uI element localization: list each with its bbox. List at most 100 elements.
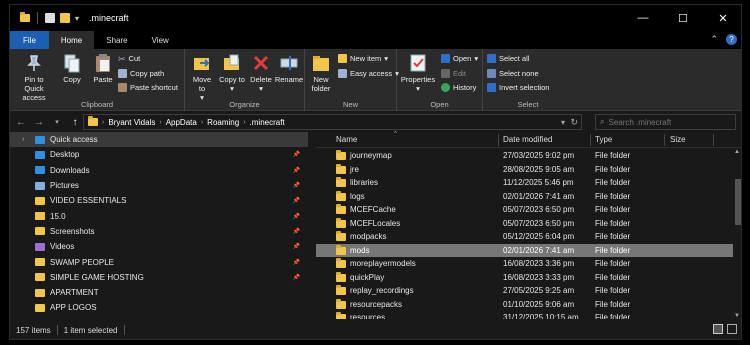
paste-button[interactable]: Paste bbox=[90, 53, 116, 84]
properties-button[interactable]: Properties ▾ bbox=[400, 53, 436, 93]
table-row[interactable]: mods 02/01/2026 7:41 am File folder bbox=[316, 243, 741, 257]
pin-icon: 📌 bbox=[292, 259, 300, 266]
breadcrumb-user[interactable]: Bryant Vidals bbox=[108, 118, 155, 127]
breadcrumb-minecraft[interactable]: .minecraft bbox=[250, 118, 285, 127]
move-to-button[interactable]: Move to ▾ bbox=[189, 53, 215, 102]
nav-item[interactable]: Screenshots 📌 bbox=[10, 224, 308, 239]
download-icon bbox=[35, 166, 45, 175]
nav-item-label: SIMPLE GAME HOSTING bbox=[50, 272, 144, 282]
search-box[interactable]: ⌕ bbox=[595, 114, 736, 130]
desktop-icon bbox=[35, 150, 45, 159]
large-icons-view-icon[interactable] bbox=[727, 324, 737, 334]
invert-selection-button[interactable]: Invert selection bbox=[487, 83, 549, 92]
table-row[interactable]: replay_recordings 27/05/2025 9:25 am File … bbox=[316, 284, 741, 298]
nav-scrollbar[interactable] bbox=[308, 132, 316, 319]
nav-item[interactable]: SWAMP PEOPLE 📌 bbox=[10, 254, 308, 269]
file-name: jre bbox=[350, 164, 359, 174]
table-row[interactable]: jre 28/08/2025 9:05 am File folder bbox=[316, 163, 741, 177]
maximize-button[interactable]: ☐ bbox=[663, 5, 703, 31]
window-title: .minecraft bbox=[89, 13, 129, 23]
file-type: File folder bbox=[595, 151, 631, 160]
expand-chevron-icon[interactable]: › bbox=[22, 136, 24, 143]
column-name[interactable]: Name bbox=[336, 135, 357, 144]
close-button[interactable]: ✕ bbox=[703, 5, 741, 31]
select-none-button[interactable]: Select none bbox=[487, 69, 539, 78]
tab-share[interactable]: Share bbox=[94, 31, 139, 49]
select-none-icon bbox=[487, 69, 496, 78]
file-list-scrollbar[interactable]: ▲ ▼ bbox=[733, 149, 741, 319]
column-divider[interactable] bbox=[498, 134, 499, 146]
details-view-icon[interactable] bbox=[713, 324, 723, 334]
recent-locations-chevron-icon[interactable]: ▾ bbox=[50, 118, 64, 126]
collapse-ribbon-icon[interactable]: ⌃ bbox=[710, 34, 718, 45]
folder-icon bbox=[35, 288, 45, 297]
table-row[interactable]: quickPlay 16/08/2023 3:33 pm File folder bbox=[316, 271, 741, 285]
file-name: journeymap bbox=[350, 151, 392, 160]
column-divider[interactable] bbox=[590, 134, 591, 146]
table-row[interactable]: MCEFLocales 05/07/2023 6:50 pm File folder bbox=[316, 217, 741, 231]
new-item-button[interactable]: New item ▾ bbox=[338, 54, 388, 63]
paste-shortcut-button[interactable]: Paste shortcut bbox=[118, 83, 178, 92]
help-icon[interactable]: ? bbox=[726, 34, 737, 45]
copy-to-button[interactable]: Copy to ▾ bbox=[219, 53, 245, 93]
rename-button[interactable]: Rename bbox=[275, 53, 303, 84]
nav-item[interactable]: APP LOGOS bbox=[10, 300, 308, 315]
back-arrow-icon[interactable]: ← bbox=[14, 117, 28, 128]
folder-icon bbox=[336, 163, 346, 174]
column-divider[interactable] bbox=[664, 134, 665, 146]
nav-item[interactable]: SIMPLE GAME HOSTING 📌 bbox=[10, 270, 308, 285]
breadcrumb-appdata[interactable]: AppData bbox=[166, 118, 197, 127]
folder-icon bbox=[35, 258, 45, 267]
new-group-label: New bbox=[342, 100, 358, 109]
delete-button[interactable]: Delete ▾ bbox=[249, 53, 273, 93]
column-type[interactable]: Type bbox=[595, 135, 612, 144]
new-folder-icon[interactable] bbox=[60, 13, 70, 23]
tab-view[interactable]: View bbox=[140, 31, 181, 49]
table-row[interactable]: journeymap 27/03/2025 9:02 pm File folder bbox=[316, 149, 741, 163]
table-row[interactable]: resourcepacks 01/10/2025 9:06 am File fold… bbox=[316, 298, 741, 312]
copy-button[interactable]: Copy bbox=[60, 53, 84, 84]
history-button[interactable]: History bbox=[441, 83, 476, 92]
edit-button[interactable]: Edit bbox=[441, 69, 466, 78]
nav-item-label: APARTMENT bbox=[50, 288, 99, 298]
easy-access-button[interactable]: Easy access ▾ bbox=[338, 69, 399, 78]
select-all-button[interactable]: Select all bbox=[487, 54, 529, 63]
pin-to-quick-access-button[interactable]: Pin to Quick access bbox=[14, 53, 54, 102]
address-bar[interactable]: › Bryant Vidals › AppData › Roaming › .m… bbox=[83, 114, 582, 130]
address-dropdown-icon[interactable]: ▾ bbox=[561, 118, 565, 127]
cut-button[interactable]: ✂ Cut bbox=[118, 54, 140, 64]
nav-item[interactable]: VIDEO ESSENTIALS 📌 bbox=[10, 193, 308, 208]
file-date: 05/07/2023 6:50 pm bbox=[503, 205, 575, 214]
minimize-button[interactable]: — bbox=[623, 5, 663, 31]
search-input[interactable] bbox=[608, 117, 729, 127]
table-row[interactable]: modpacks 05/12/2025 6:04 pm File folder bbox=[316, 230, 741, 244]
column-date-modified[interactable]: Date modified bbox=[503, 135, 552, 144]
copy-to-icon bbox=[224, 54, 239, 70]
tab-file[interactable]: File bbox=[10, 31, 49, 49]
copy-path-button[interactable]: Copy path bbox=[118, 69, 164, 78]
scroll-up-icon[interactable]: ▲ bbox=[734, 149, 740, 155]
new-folder-button[interactable]: New folder bbox=[308, 53, 334, 93]
scroll-thumb[interactable] bbox=[735, 179, 741, 225]
nav-item[interactable]: Pictures 📌 bbox=[10, 178, 308, 193]
properties-icon[interactable] bbox=[45, 13, 55, 23]
table-row[interactable]: logs 02/01/2026 7:41 am File folder bbox=[316, 190, 741, 204]
open-button[interactable]: Open ▾ bbox=[441, 54, 478, 63]
up-arrow-icon[interactable]: ↑ bbox=[68, 117, 82, 128]
customize-toolbar-dropdown-icon[interactable]: ▾ bbox=[75, 14, 79, 23]
breadcrumb-roaming[interactable]: Roaming bbox=[207, 118, 239, 127]
column-divider[interactable] bbox=[713, 134, 714, 146]
table-row[interactable]: libraries 11/12/2025 5:46 pm File folder bbox=[316, 176, 741, 190]
nav-item[interactable]: 15.0 📌 bbox=[10, 208, 308, 223]
tab-home[interactable]: Home bbox=[48, 31, 95, 49]
nav-item[interactable]: APARTMENT bbox=[10, 285, 308, 300]
nav-item[interactable]: Desktop 📌 bbox=[10, 147, 308, 162]
nav-item[interactable]: Downloads 📌 bbox=[10, 163, 308, 178]
refresh-icon[interactable]: ↻ bbox=[570, 117, 578, 128]
nav-item[interactable]: › Quick access bbox=[10, 132, 308, 148]
nav-item[interactable]: Videos 📌 bbox=[10, 239, 308, 254]
table-row[interactable]: MCEFCache 05/07/2023 6:50 pm File folder bbox=[316, 203, 741, 217]
column-size[interactable]: Size bbox=[670, 135, 686, 144]
table-row[interactable]: moreplayermodels 16/08/2023 3:36 pm File f… bbox=[316, 257, 741, 271]
forward-arrow-icon[interactable]: → bbox=[32, 117, 46, 128]
